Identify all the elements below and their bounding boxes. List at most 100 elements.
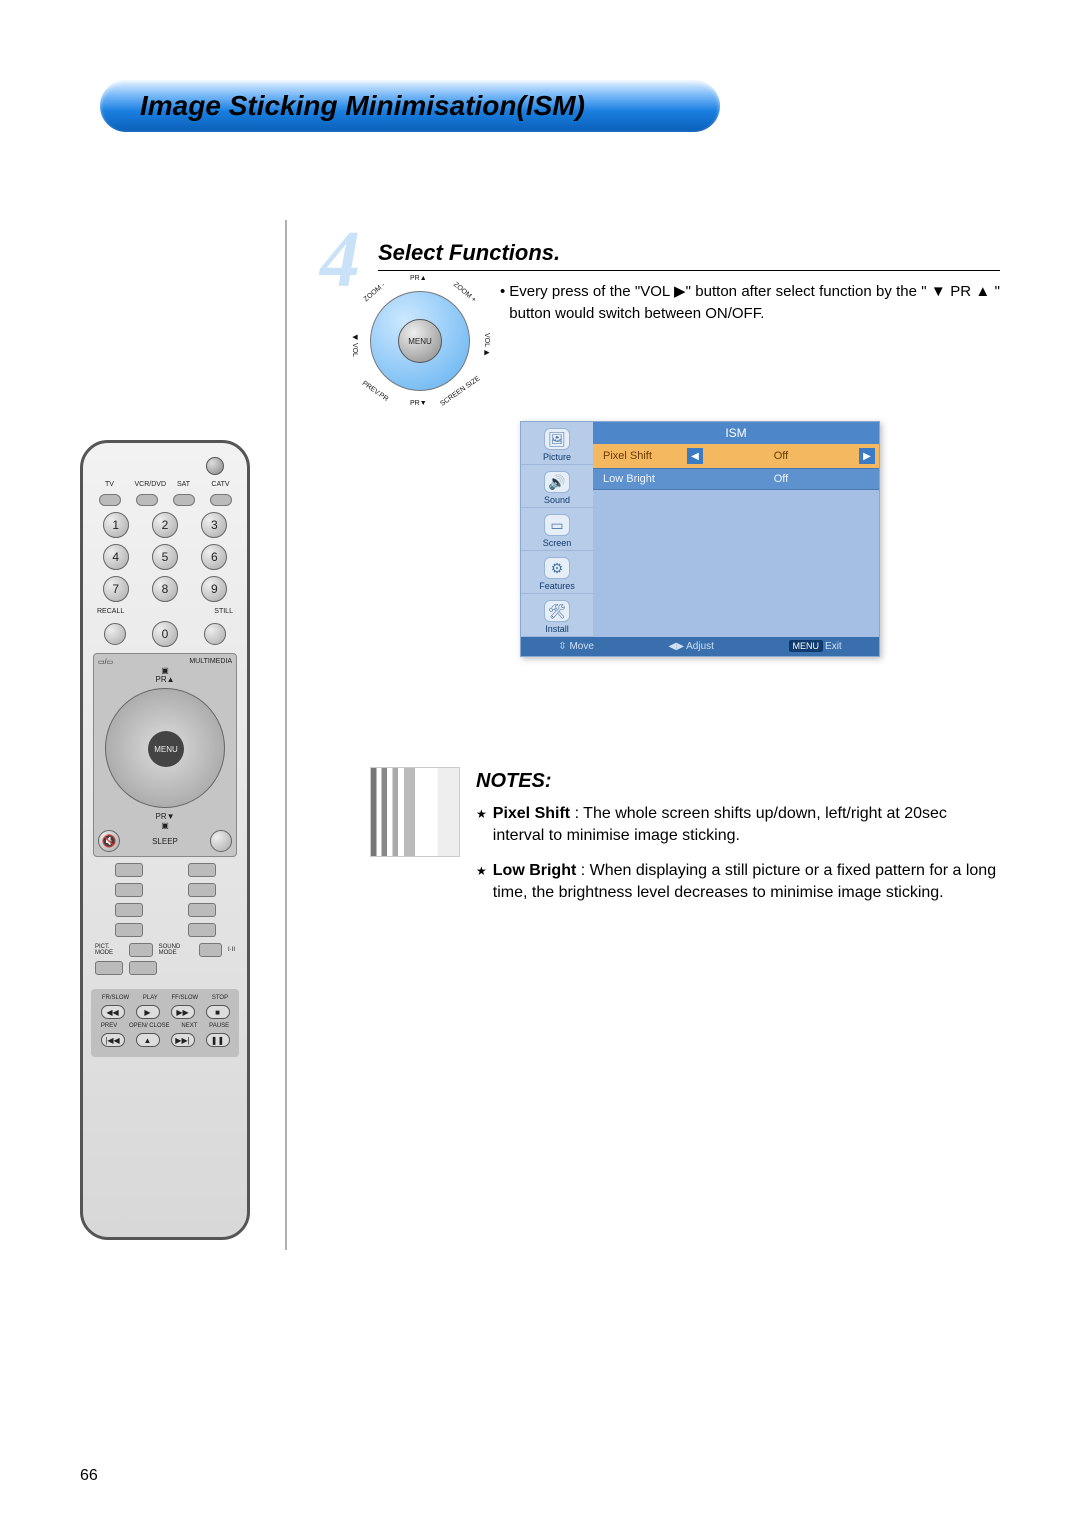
osd-foot-move: Move — [569, 641, 593, 652]
num-button-9[interactable]: 9 — [201, 576, 227, 602]
aux-button[interactable] — [188, 923, 216, 937]
aux-button[interactable] — [129, 961, 157, 975]
osd-sidebar: 🖼Picture 🔊Sound ▭Screen ⚙ Features 🛠Insta… — [521, 422, 593, 637]
osd-tab-label: Features — [539, 581, 575, 591]
aux-button[interactable] — [115, 903, 143, 917]
nav-label: PR▼ — [410, 400, 427, 407]
aux-button[interactable] — [115, 883, 143, 897]
nav-pad-illustration: PR▲ MENU ZOOM - ZOOM + ◀ VOL VOL ▶ PREV.… — [360, 281, 480, 401]
move-icon: ⇳ — [558, 641, 566, 652]
recall-label: RECALL — [97, 608, 124, 615]
transport-label: NEXT — [181, 1023, 197, 1029]
nav-label: VOL ▶ — [482, 333, 490, 357]
still-button[interactable] — [204, 623, 226, 645]
right-arrow-icon[interactable]: ▶ — [859, 448, 875, 464]
ff-button[interactable]: ▶▶ — [171, 1005, 195, 1019]
num-button-4[interactable]: 4 — [103, 544, 129, 570]
eject-button[interactable]: ▲ — [136, 1033, 160, 1047]
osd-tab-install[interactable]: 🛠Install — [521, 594, 593, 637]
features-icon: ⚙ — [544, 557, 570, 579]
nav-center-menu[interactable]: MENU — [398, 319, 442, 363]
num-button-0[interactable]: 0 — [152, 621, 178, 647]
pr-arrows-icon: ▼ PR ▲ — [931, 283, 990, 300]
nav-label: ◀ VOL — [350, 333, 358, 357]
aux-button[interactable] — [115, 923, 143, 937]
next-button[interactable]: ▶▶| — [171, 1033, 195, 1047]
transport-label: OPEN/ CLOSE — [129, 1023, 170, 1029]
pause-button[interactable]: ❚❚ — [206, 1033, 230, 1047]
device-label-vcrdvd: VCR/DVD — [135, 481, 159, 488]
page-title-text: Image Sticking Minimisation(ISM) — [140, 90, 585, 122]
num-button-1[interactable]: 1 — [103, 512, 129, 538]
note-label: Pixel Shift — [493, 805, 570, 822]
menu-tag: MENU — [789, 640, 824, 652]
osd-row-name: Low Bright — [597, 473, 687, 485]
play-button[interactable]: ▶ — [136, 1005, 160, 1019]
num-button-6[interactable]: 6 — [201, 544, 227, 570]
osd-row-name: Pixel Shift — [597, 450, 687, 462]
sleep-button[interactable] — [210, 830, 232, 852]
screen-icon: ▭ — [544, 514, 570, 536]
sound-mode-label: SOUND MODE — [159, 944, 193, 956]
osd-tab-features[interactable]: ⚙ Features — [521, 551, 593, 594]
bullet-icon: • — [500, 281, 505, 325]
mute-button[interactable]: 🔇 — [98, 830, 120, 852]
osd-foot-exit: Exit — [825, 641, 842, 652]
device-label-catv: CATV — [209, 481, 233, 488]
device-button[interactable] — [210, 494, 232, 506]
notes-title: NOTES: — [476, 767, 1000, 795]
menu-button[interactable]: MENU — [148, 731, 184, 767]
sound-mode-button[interactable] — [199, 943, 222, 957]
rewind-button[interactable]: ◀◀ — [101, 1005, 125, 1019]
transport-label: PLAY — [143, 995, 158, 1001]
step-number: 4 — [320, 220, 360, 300]
aux-button[interactable] — [188, 883, 216, 897]
num-button-5[interactable]: 5 — [152, 544, 178, 570]
note-item: ★ Pixel Shift : The whole screen shifts … — [476, 803, 1000, 848]
pict-mode-button[interactable] — [129, 943, 152, 957]
device-label-tv: TV — [98, 481, 122, 488]
aux-button[interactable] — [188, 863, 216, 877]
transport-label: PAUSE — [209, 1023, 229, 1029]
osd-row-value: Off — [703, 473, 859, 485]
num-button-8[interactable]: 8 — [152, 576, 178, 602]
recall-button[interactable] — [104, 623, 126, 645]
page-number: 66 — [80, 1467, 98, 1485]
osd-row-low-bright[interactable]: Low Bright Off — [593, 469, 879, 490]
osd-footer: ⇳ Move ◀▶ Adjust MENUExit — [521, 637, 879, 656]
osd-menu: 🖼Picture 🔊Sound ▭Screen ⚙ Features 🛠Insta… — [520, 421, 880, 657]
osd-tab-sound[interactable]: 🔊Sound — [521, 465, 593, 508]
osd-row-pixel-shift[interactable]: Pixel Shift ◀ Off ▶ — [593, 444, 879, 469]
step-instruction: • Every press of the "VOL ▶" button afte… — [500, 281, 1000, 401]
osd-tab-screen[interactable]: ▭Screen — [521, 508, 593, 551]
remote-dpad[interactable]: MENU — [105, 688, 225, 808]
num-button-7[interactable]: 7 — [103, 576, 129, 602]
multimedia-label: MULTIMEDIA — [189, 658, 232, 666]
osd-tab-label: Picture — [543, 452, 571, 462]
pict-mode-label: PICT. MODE — [95, 944, 123, 956]
device-button[interactable] — [173, 494, 195, 506]
left-arrow-icon[interactable]: ◀ — [687, 448, 703, 464]
aux-button[interactable] — [95, 961, 123, 975]
power-button[interactable] — [206, 457, 224, 475]
osd-foot-adjust: Adjust — [686, 641, 714, 652]
transport-label: FR/SLOW — [102, 995, 129, 1001]
aux-button[interactable] — [188, 903, 216, 917]
osd-tab-picture[interactable]: 🖼Picture — [521, 422, 593, 465]
device-button[interactable] — [136, 494, 158, 506]
num-button-3[interactable]: 3 — [201, 512, 227, 538]
instr-text: Every press of the "VOL — [509, 283, 674, 300]
prev-button[interactable]: |◀◀ — [101, 1033, 125, 1047]
osd-row-value: Off — [703, 450, 859, 462]
step-title: Select Functions. — [378, 240, 560, 265]
sleep-label: SLEEP — [152, 837, 178, 846]
stop-button[interactable]: ■ — [206, 1005, 230, 1019]
page-title: Image Sticking Minimisation(ISM) — [100, 80, 720, 132]
nav-label: ZOOM + — [452, 281, 477, 304]
aux-button[interactable] — [115, 863, 143, 877]
transport-label: STOP — [212, 995, 228, 1001]
device-button[interactable] — [99, 494, 121, 506]
instr-text: " button after select function by the " — [686, 283, 931, 300]
star-icon: ★ — [476, 806, 487, 848]
num-button-2[interactable]: 2 — [152, 512, 178, 538]
